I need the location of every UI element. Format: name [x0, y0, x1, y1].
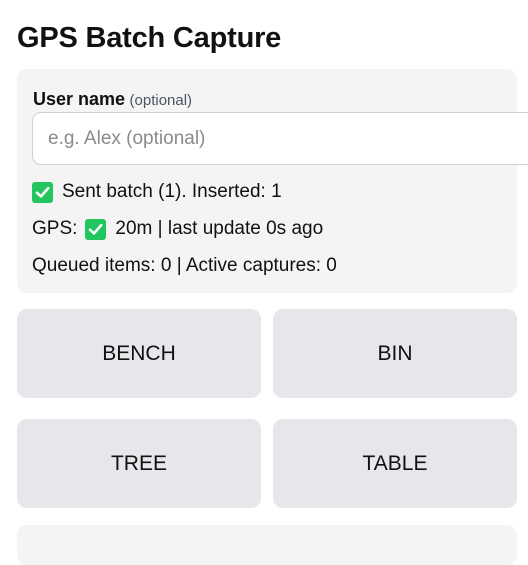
gps-status-line: GPS: 20m | last update 0s ago — [32, 216, 323, 242]
user-name-input[interactable] — [32, 112, 528, 165]
table-capture-button[interactable]: TABLE — [273, 419, 517, 508]
capture-settings-panel: User name (optional) Sent batch (1). Ins… — [17, 69, 528, 293]
user-name-label: User name (optional) — [33, 88, 192, 112]
queue-status-text: Queued items: 0 | Active captures: 0 — [32, 255, 337, 276]
page-title: GPS Batch Capture — [17, 22, 282, 54]
batch-status-line: Sent batch (1). Inserted: 1 — [32, 179, 282, 205]
check-mark-icon — [32, 181, 53, 203]
user-name-label-text: User name — [33, 89, 126, 109]
check-mark-icon — [85, 218, 107, 240]
gps-label: GPS: — [32, 218, 78, 239]
gps-status-text: 20m | last update 0s ago — [115, 218, 324, 239]
queue-status-line: Queued items: 0 | Active captures: 0 — [32, 253, 337, 279]
bench-capture-button[interactable]: BENCH — [17, 309, 261, 398]
batch-status-text: Sent batch (1). Inserted: 1 — [62, 181, 282, 202]
user-name-optional-hint: (optional) — [129, 92, 193, 109]
bin-capture-button[interactable]: BIN — [273, 309, 517, 398]
next-panel-card — [17, 525, 517, 565]
tree-capture-button[interactable]: TREE — [17, 419, 261, 508]
